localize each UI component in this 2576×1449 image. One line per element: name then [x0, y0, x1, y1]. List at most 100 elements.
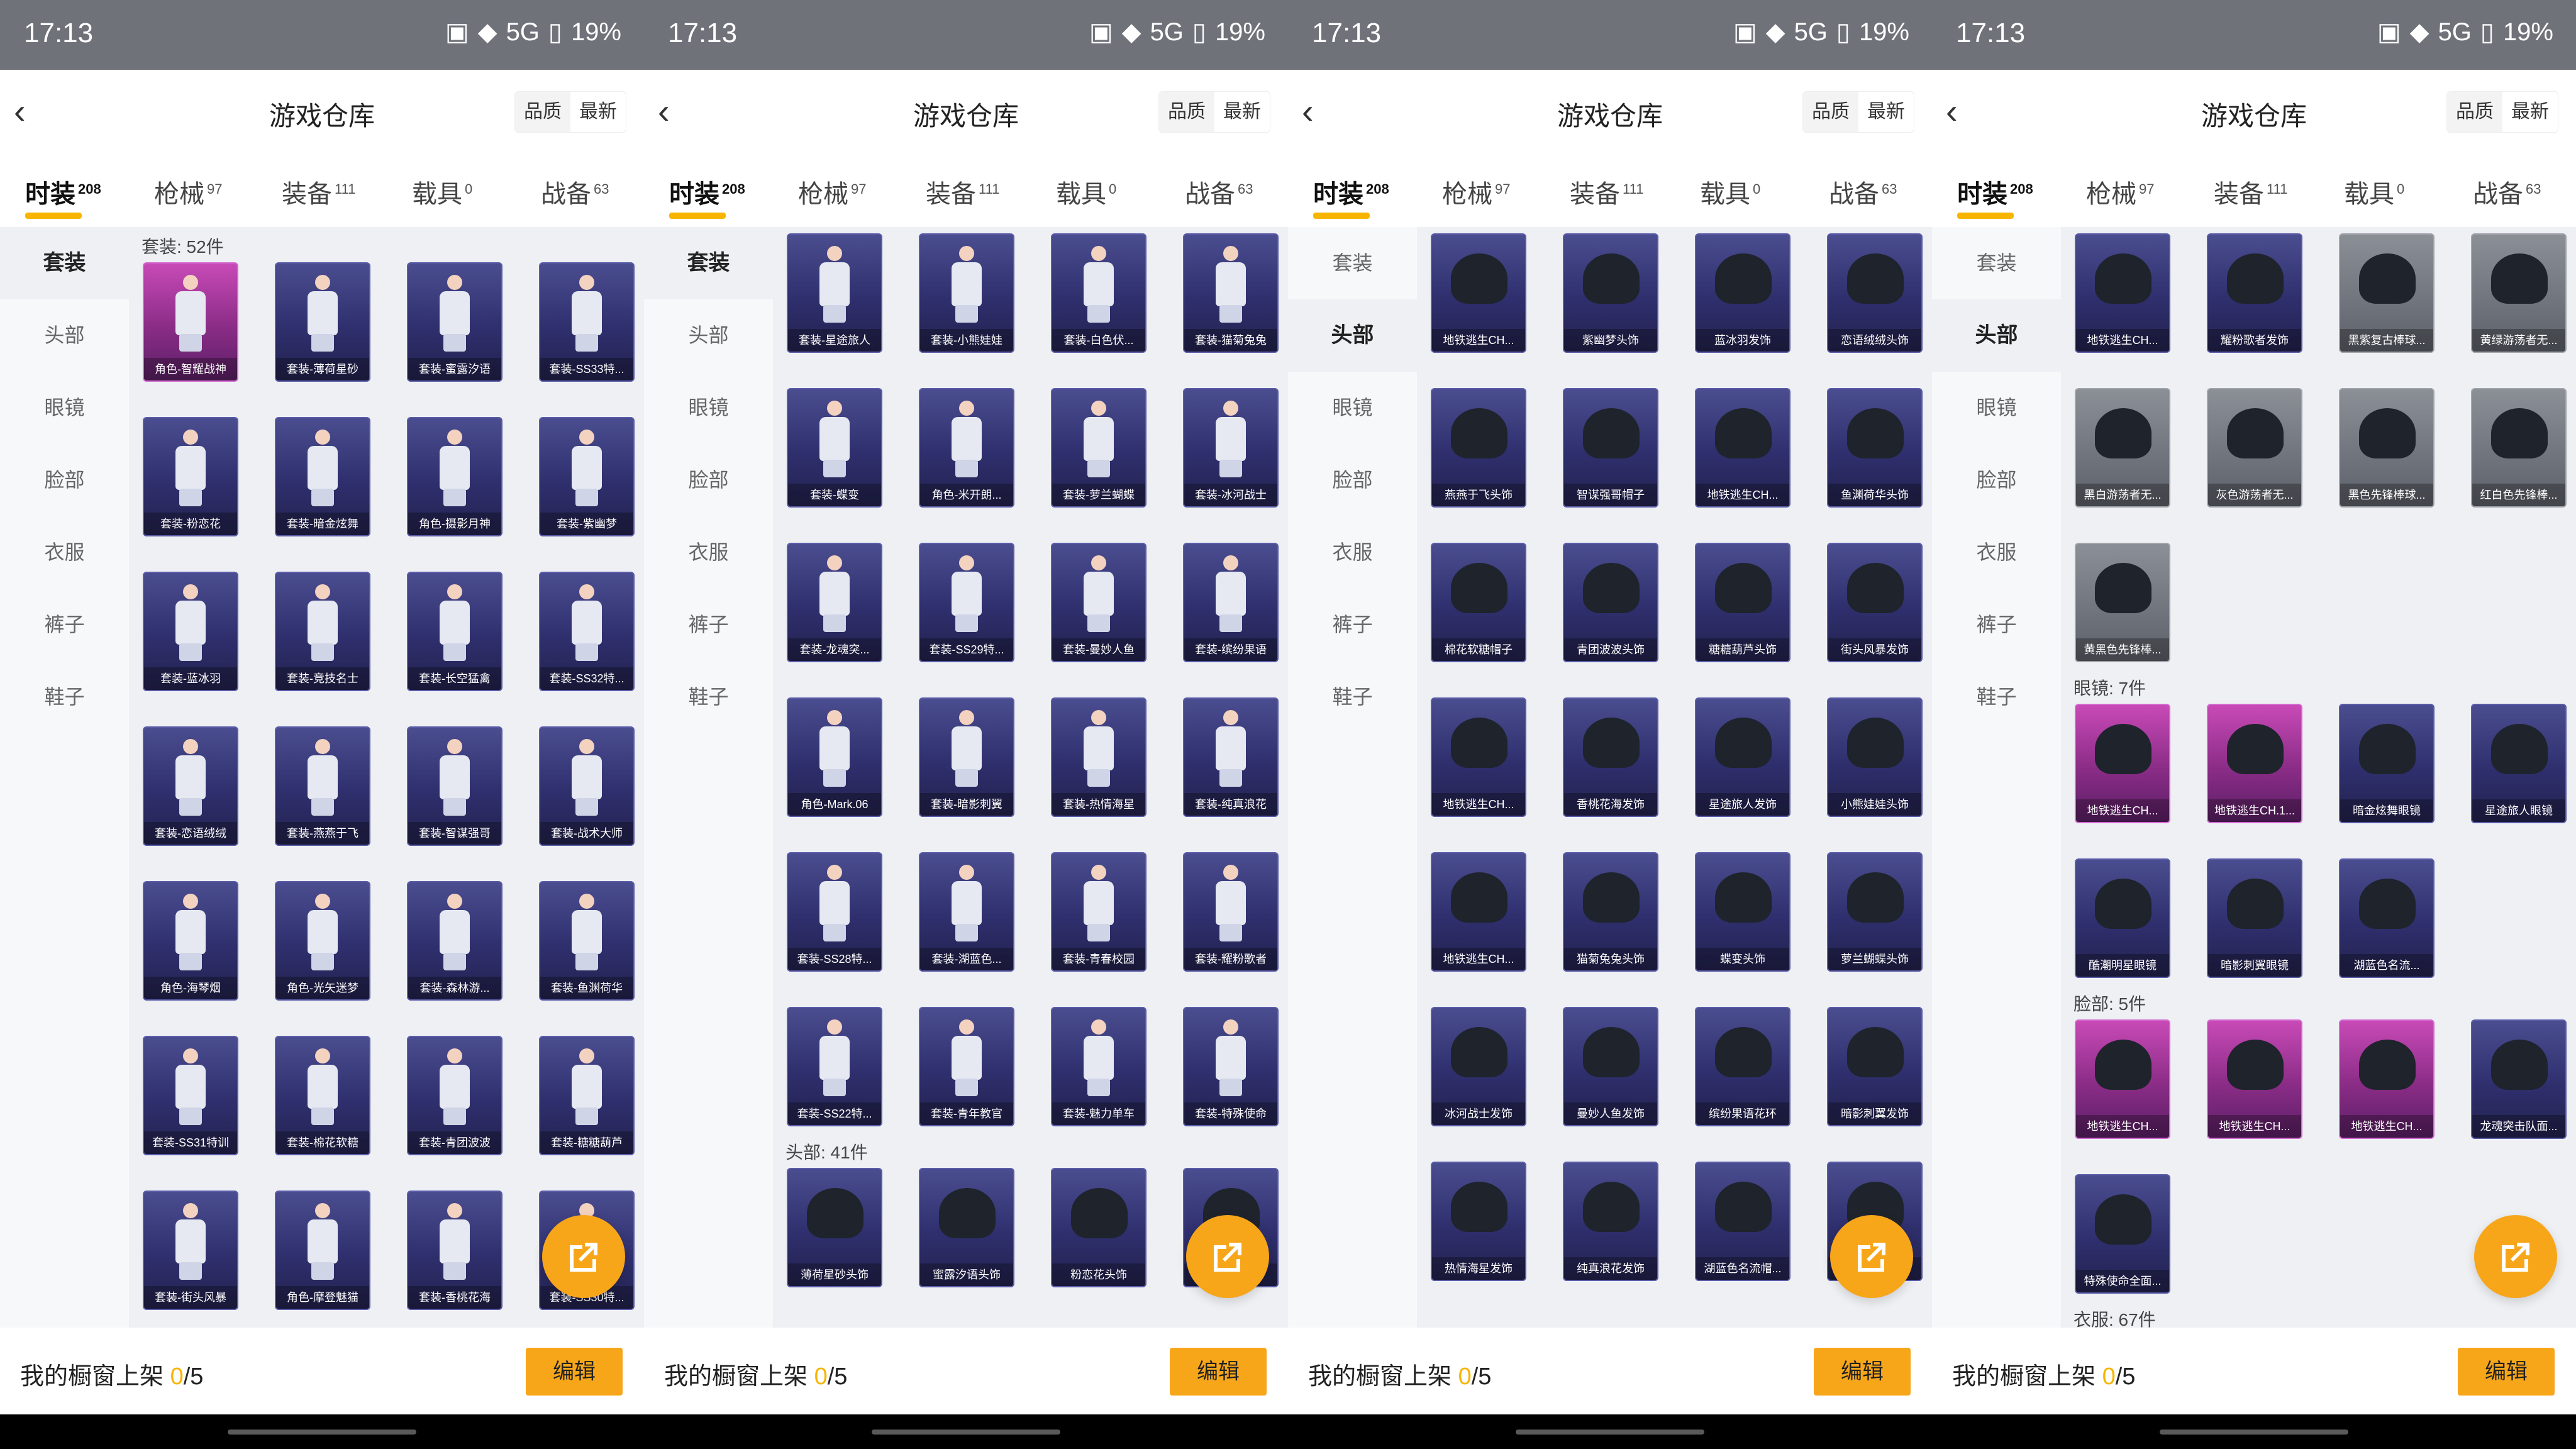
item-card[interactable]: 套装-暗影刺翼	[919, 697, 1014, 817]
sidebar-item-head[interactable]: 头部	[644, 299, 773, 372]
item-card[interactable]: 鱼渊荷华头饰	[1827, 388, 1923, 508]
item-card[interactable]: 糖糖葫芦头饰	[1695, 543, 1790, 662]
item-card[interactable]: 套装-棉花软糖	[275, 1036, 370, 1155]
tab-guns[interactable]: 枪械 97	[2086, 174, 2154, 210]
item-card[interactable]: 套装-特殊使命	[1183, 1007, 1279, 1126]
tab-fashion[interactable]: 时装 208	[1313, 174, 1389, 219]
item-card[interactable]: 套装-青年教官	[919, 1007, 1014, 1126]
item-card[interactable]: 暗影刺翼发饰	[1827, 1007, 1923, 1126]
item-card[interactable]: 套装-热情海星	[1051, 697, 1146, 817]
item-card[interactable]: 套装-糖糖葫芦	[539, 1036, 635, 1155]
tab-equipment[interactable]: 装备 111	[1570, 174, 1643, 210]
sidebar-item-glasses[interactable]: 眼镜	[1288, 372, 1417, 444]
sidebar-item-shoes[interactable]: 鞋子	[0, 661, 129, 733]
item-card[interactable]: 星途旅人眼镜	[2471, 704, 2567, 823]
sidebar-item-shoes[interactable]: 鞋子	[1932, 661, 2061, 733]
sidebar-item-face[interactable]: 脸部	[1932, 444, 2061, 516]
item-card[interactable]: 套装-湖蓝色...	[919, 852, 1014, 972]
item-card[interactable]: 特殊使命全面...	[2075, 1174, 2170, 1294]
item-card[interactable]: 地铁逃生CH...	[2075, 233, 2170, 353]
sidebar-item-clothes[interactable]: 衣服	[644, 516, 773, 589]
share-button[interactable]	[542, 1215, 625, 1298]
item-card[interactable]: 暗金炫舞眼镜	[2339, 704, 2434, 823]
edit-button[interactable]: 编辑	[526, 1348, 623, 1396]
tab-supplies[interactable]: 战备 63	[1829, 174, 1897, 210]
item-card[interactable]: 猫菊兔兔头饰	[1563, 852, 1658, 972]
item-card[interactable]: 套装-小熊娃娃	[919, 233, 1014, 353]
sort-quality-button[interactable]: 品质	[2447, 92, 2502, 132]
sidebar-item-pants[interactable]: 裤子	[644, 589, 773, 661]
item-card[interactable]: 套装-冰河战士	[1183, 388, 1279, 508]
sort-quality-button[interactable]: 品质	[515, 92, 570, 132]
sort-quality-button[interactable]: 品质	[1159, 92, 1214, 132]
item-card[interactable]: 角色-米开朗...	[919, 388, 1014, 508]
item-card[interactable]: 套装-耀粉歌者	[1183, 852, 1279, 972]
share-button[interactable]	[2474, 1215, 2557, 1298]
sidebar-item-head[interactable]: 头部	[0, 299, 129, 372]
item-card[interactable]: 纯真浪花发饰	[1563, 1162, 1658, 1281]
item-card[interactable]: 套装-SS33特...	[539, 262, 635, 382]
item-card[interactable]: 套装-森林游...	[407, 881, 502, 1001]
item-card[interactable]: 套装-蜜露汐语	[407, 262, 502, 382]
tab-vehicles[interactable]: 载具 0	[1700, 174, 1760, 210]
sort-newest-button[interactable]: 最新	[2502, 92, 2558, 132]
sidebar-item-outfit[interactable]: 套装	[0, 227, 129, 299]
item-card[interactable]: 套装-紫幽梦	[539, 417, 635, 536]
sidebar-item-outfit[interactable]: 套装	[644, 227, 773, 299]
item-card[interactable]: 黄黑色先锋棒...	[2075, 543, 2170, 662]
item-card[interactable]: 青团波波头饰	[1563, 543, 1658, 662]
item-card[interactable]: 黄绿游荡者无...	[2471, 233, 2567, 353]
item-card[interactable]: 套装-萝兰蝴蝶	[1051, 388, 1146, 508]
item-card[interactable]: 套装-纯真浪花	[1183, 697, 1279, 817]
sort-newest-button[interactable]: 最新	[1214, 92, 1270, 132]
sidebar-item-glasses[interactable]: 眼镜	[644, 372, 773, 444]
sidebar-item-outfit[interactable]: 套装	[1932, 227, 2061, 299]
item-card[interactable]: 角色-海琴烟	[143, 881, 238, 1001]
sort-newest-button[interactable]: 最新	[1858, 92, 1914, 132]
item-card[interactable]: 龙魂突击队面...	[2471, 1019, 2567, 1139]
item-card[interactable]: 热情海星发饰	[1431, 1162, 1526, 1281]
home-gesture-bar[interactable]	[2160, 1430, 2348, 1435]
item-card[interactable]: 套装-蓝冰羽	[143, 572, 238, 691]
tab-vehicles[interactable]: 载具 0	[412, 174, 472, 210]
item-card[interactable]: 地铁逃生CH...	[1431, 852, 1526, 972]
item-card[interactable]: 地铁逃生CH...	[1695, 388, 1790, 508]
sidebar-item-glasses[interactable]: 眼镜	[1932, 372, 2061, 444]
tab-supplies[interactable]: 战备 63	[1185, 174, 1253, 210]
sort-toggle[interactable]: 品质 最新	[1802, 91, 1914, 133]
item-card[interactable]: 套装-长空猛禽	[407, 572, 502, 691]
item-card[interactable]: 套装-SS29特...	[919, 543, 1014, 662]
item-card[interactable]: 地铁逃生CH...	[1431, 233, 1526, 353]
item-card[interactable]: 套装-青团波波	[407, 1036, 502, 1155]
item-card[interactable]: 套装-猫菊兔兔	[1183, 233, 1279, 353]
home-gesture-bar[interactable]	[1516, 1430, 1704, 1435]
tab-fashion[interactable]: 时装 208	[1957, 174, 2033, 219]
item-card[interactable]: 薄荷星砂头饰	[787, 1168, 882, 1287]
item-card[interactable]: 地铁逃生CH...	[2339, 1019, 2434, 1139]
sidebar-item-head[interactable]: 头部	[1932, 299, 2061, 372]
item-card[interactable]: 暗影刺翼眼镜	[2207, 858, 2302, 978]
item-card[interactable]: 黑色先锋棒球...	[2339, 388, 2434, 508]
item-card[interactable]: 粉恋花头饰	[1051, 1168, 1146, 1287]
sidebar-item-face[interactable]: 脸部	[1288, 444, 1417, 516]
item-card[interactable]: 套装-SS28特...	[787, 852, 882, 972]
item-card[interactable]: 灰色游荡者无...	[2207, 388, 2302, 508]
sidebar-item-glasses[interactable]: 眼镜	[0, 372, 129, 444]
item-card[interactable]: 角色-光矢迷梦	[275, 881, 370, 1001]
item-card[interactable]: 蜜露汐语头饰	[919, 1168, 1014, 1287]
tab-supplies[interactable]: 战备 63	[541, 174, 609, 210]
sidebar-item-outfit[interactable]: 套装	[1288, 227, 1417, 299]
item-card[interactable]: 地铁逃生CH...	[1431, 697, 1526, 817]
item-card[interactable]: 套装-魅力单车	[1051, 1007, 1146, 1126]
tab-fashion[interactable]: 时装 208	[669, 174, 745, 219]
sort-quality-button[interactable]: 品质	[1803, 92, 1858, 132]
item-card[interactable]: 红白色先锋棒...	[2471, 388, 2567, 508]
edit-button[interactable]: 编辑	[2458, 1348, 2555, 1396]
item-card[interactable]: 套装-SS32特...	[539, 572, 635, 691]
sidebar-item-clothes[interactable]: 衣服	[1288, 516, 1417, 589]
item-card[interactable]: 蓝冰羽发饰	[1695, 233, 1790, 353]
item-card[interactable]: 套装-白色伏...	[1051, 233, 1146, 353]
sidebar-item-clothes[interactable]: 衣服	[1932, 516, 2061, 589]
item-card[interactable]: 套装-缤纷果语	[1183, 543, 1279, 662]
edit-button[interactable]: 编辑	[1814, 1348, 1911, 1396]
